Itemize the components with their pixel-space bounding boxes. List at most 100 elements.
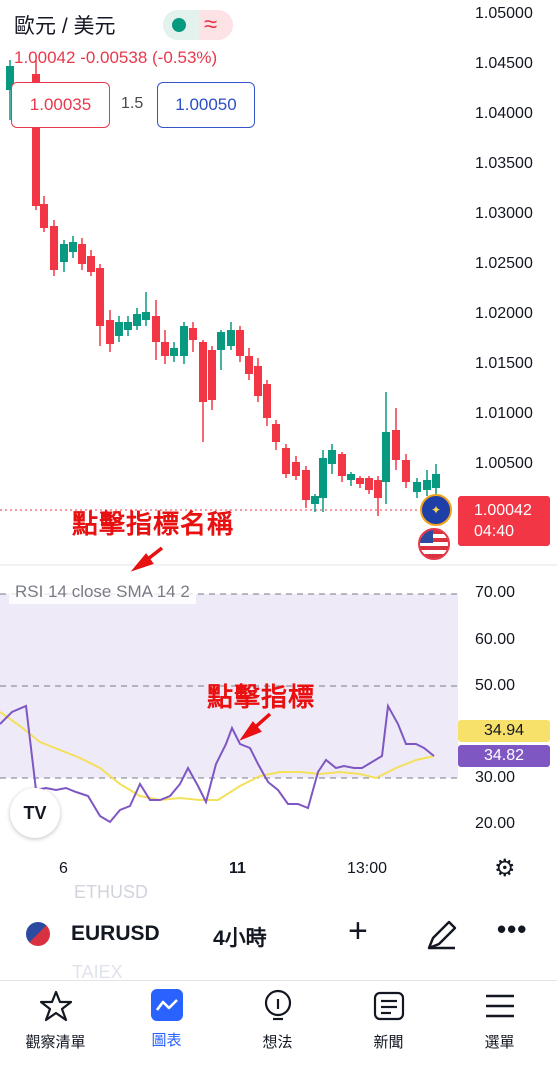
news-icon bbox=[372, 989, 406, 1023]
price-change: 1.00042 -0.00538 (-0.53%) bbox=[14, 48, 218, 67]
candle-body bbox=[87, 256, 95, 272]
candle-body bbox=[124, 322, 132, 330]
candle-body bbox=[382, 432, 390, 482]
price-axis-label: 1.04500 bbox=[475, 55, 533, 72]
more-icon[interactable]: ••• bbox=[497, 914, 527, 945]
candle-body bbox=[356, 478, 364, 484]
wave-icon: ≈ bbox=[204, 11, 218, 38]
us-flag-icon[interactable] bbox=[418, 528, 450, 560]
lightbulb-icon bbox=[261, 989, 295, 1023]
candle-body bbox=[96, 268, 104, 326]
candle-body bbox=[180, 326, 188, 356]
candle-body bbox=[263, 384, 271, 418]
nav-watchlist[interactable]: 觀察清單 bbox=[0, 989, 111, 1052]
chart-icon bbox=[150, 989, 183, 1021]
tradingview-logo[interactable]: TV bbox=[10, 788, 60, 838]
candle-body bbox=[189, 328, 197, 340]
nav-menu[interactable]: 選單 bbox=[444, 989, 555, 1052]
candle-body bbox=[40, 204, 48, 228]
candle-body bbox=[282, 448, 290, 474]
nav-chart[interactable]: 圖表 bbox=[111, 989, 222, 1050]
candle-body bbox=[133, 314, 141, 326]
nav-label: 想法 bbox=[262, 1034, 293, 1051]
market-open-dot bbox=[172, 18, 186, 32]
bar-countdown: 04:40 bbox=[474, 523, 515, 540]
candle-body bbox=[402, 460, 410, 482]
indicator-label[interactable]: RSI 14 close SMA 14 2 bbox=[15, 582, 190, 601]
price-axis-label: 1.00500 bbox=[475, 455, 533, 472]
candle-body bbox=[217, 332, 225, 350]
candle-body bbox=[292, 462, 300, 476]
eu-flag-icon[interactable]: ✦ bbox=[420, 494, 452, 526]
nav-label: 圖表 bbox=[151, 1032, 182, 1049]
star-icon bbox=[39, 989, 73, 1023]
indicator-legend[interactable]: RSI 14 close SMA 14 2 bbox=[9, 580, 196, 604]
rsi-axis-label: 50.00 bbox=[475, 677, 516, 694]
candle-body bbox=[208, 350, 216, 400]
candle-body bbox=[328, 450, 336, 464]
sell-button[interactable]: 1.00035 bbox=[11, 82, 110, 128]
chart-area[interactable]: 歐元 / 美元 ≈ 1.00042 -0.00538 (-0.53%) 1.00… bbox=[0, 0, 557, 890]
drawing-pen-icon[interactable] bbox=[425, 918, 459, 952]
rsi-axis-label: 20.00 bbox=[475, 815, 516, 832]
chart-settings-icon[interactable]: ⚙ bbox=[494, 854, 516, 883]
candle-body bbox=[319, 458, 327, 498]
candle-body bbox=[374, 480, 382, 498]
symbol-toolbar: ETHUSD TAIEX EURUSD 4小時 + ••• bbox=[0, 882, 557, 982]
symbol-title[interactable]: 歐元 / 美元 bbox=[14, 10, 116, 40]
candles bbox=[6, 60, 440, 516]
ghost-symbol-top: ETHUSD bbox=[74, 882, 149, 902]
sma-value-tag: 34.82 bbox=[458, 745, 550, 767]
candle-body bbox=[338, 454, 346, 476]
candle-body bbox=[254, 366, 262, 396]
candle-body bbox=[392, 430, 400, 460]
price-axis-label: 1.04000 bbox=[475, 105, 533, 122]
candle-body bbox=[365, 478, 373, 490]
candle-body bbox=[272, 424, 280, 442]
price-axis-label: 1.02500 bbox=[475, 255, 533, 272]
add-icon[interactable]: + bbox=[348, 912, 368, 951]
candle-body bbox=[432, 474, 440, 488]
candle-body bbox=[152, 316, 160, 342]
nav-label: 觀察清單 bbox=[25, 1034, 86, 1051]
price-axis-label: 1.01500 bbox=[475, 355, 533, 372]
time-axis-label: 13:00 bbox=[347, 860, 388, 877]
candle-body bbox=[106, 320, 114, 344]
price-axis-label: 1.03000 bbox=[475, 205, 533, 222]
price-axis-label: 1.02000 bbox=[475, 305, 533, 322]
candle-body bbox=[115, 322, 123, 336]
candle-body bbox=[199, 342, 207, 402]
nav-label: 新聞 bbox=[373, 1034, 404, 1051]
candle-body bbox=[347, 474, 355, 480]
tv-logo-icon: TV bbox=[23, 802, 47, 823]
rsi-value-tag: 34.94 bbox=[458, 720, 550, 742]
market-status-pill[interactable]: ≈ bbox=[163, 10, 233, 40]
candle-body bbox=[69, 242, 77, 252]
spread-value: 1.5 bbox=[121, 95, 144, 112]
candle-body bbox=[60, 244, 68, 262]
symbol-name[interactable]: EURUSD bbox=[71, 922, 160, 946]
nav-ideas[interactable]: 想法 bbox=[222, 989, 333, 1052]
price-axis-label: 1.01000 bbox=[475, 405, 533, 422]
last-price-tag: 1.00042 04:40 bbox=[458, 496, 550, 546]
interval-select[interactable]: 4小時 bbox=[213, 922, 267, 952]
candle-body bbox=[161, 342, 169, 356]
rsi-axis-label: 60.00 bbox=[475, 631, 516, 648]
sell-price: 1.00035 bbox=[29, 95, 92, 114]
bottom-nav: 觀察清單 圖表 想法 新聞 選單 bbox=[0, 980, 557, 1070]
candle-body bbox=[227, 330, 235, 346]
nav-label: 選單 bbox=[484, 1034, 515, 1051]
time-axis-label: 11 bbox=[229, 860, 246, 877]
candle-body bbox=[236, 330, 244, 356]
candle-body bbox=[142, 312, 150, 320]
time-axis-label: 6 bbox=[59, 860, 68, 877]
last-price: 1.00042 bbox=[474, 502, 532, 519]
buy-button[interactable]: 1.00050 bbox=[157, 82, 255, 128]
price-axis-label: 1.05000 bbox=[475, 5, 533, 22]
candle-body bbox=[245, 356, 253, 374]
candle-body bbox=[413, 482, 421, 492]
candle-body bbox=[423, 480, 431, 490]
annotation-indicator-name: 點擊指標名稱 bbox=[72, 509, 235, 539]
symbol-flag-icon bbox=[26, 922, 50, 946]
nav-news[interactable]: 新聞 bbox=[333, 989, 444, 1052]
